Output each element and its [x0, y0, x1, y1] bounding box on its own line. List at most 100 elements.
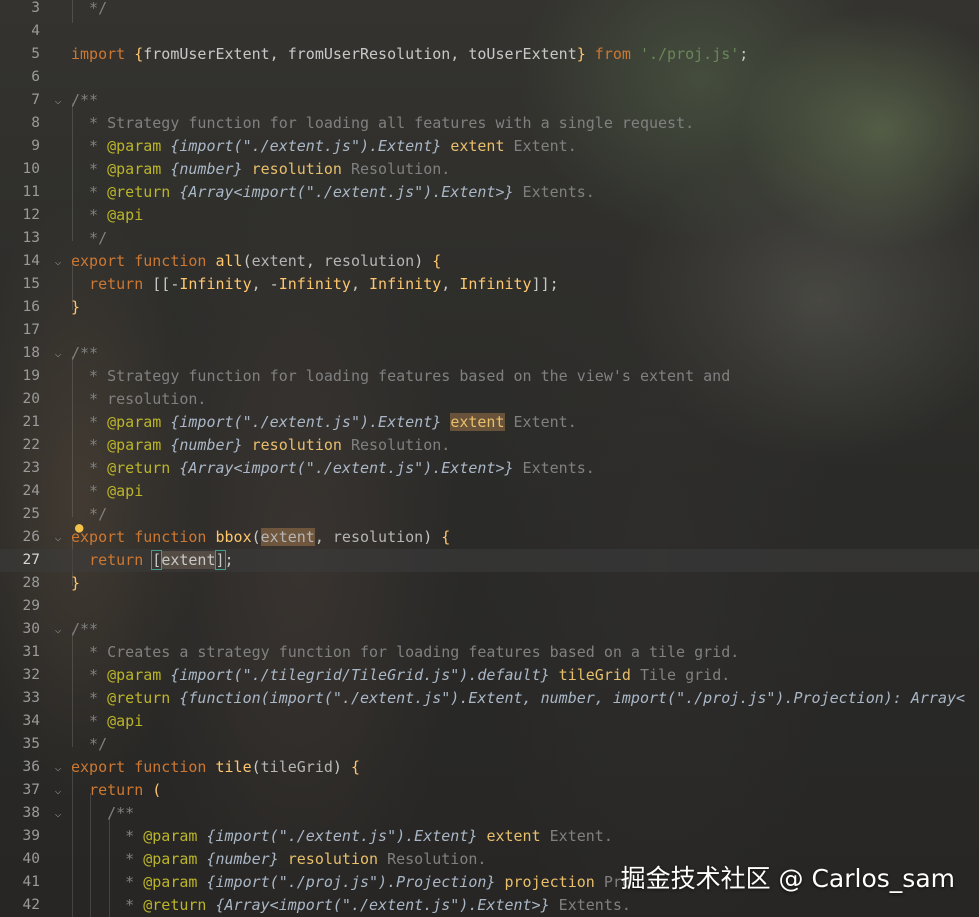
code-text: * @param {number} resolution Resolution. [71, 160, 451, 178]
line-number: 12 [22, 207, 40, 223]
line-number: 35 [22, 736, 40, 752]
code-line[interactable]: 37 ⌵ return ( [0, 779, 979, 802]
code-text: /** [71, 344, 99, 362]
code-text: * resolution. [71, 390, 207, 408]
line-number: 11 [22, 184, 40, 200]
line-number: 28 [22, 575, 40, 591]
code-line[interactable]: 12 * @api [0, 204, 979, 227]
code-line[interactable]: 24 * @api [0, 480, 979, 503]
code-line[interactable]: 36 ⌵ export function tile(tileGrid) { [0, 756, 979, 779]
fold-chevron-icon[interactable]: ⌵ [52, 250, 64, 273]
code-text: return [extent]; [89, 550, 234, 570]
code-line[interactable]: 20 * resolution. [0, 388, 979, 411]
line-number: 32 [22, 667, 40, 683]
code-line[interactable]: 14 ⌵ export function all(extent, resolutio… [0, 250, 979, 273]
code-line[interactable]: 25 */ [0, 503, 979, 526]
line-number: 41 [22, 874, 40, 890]
code-line[interactable]: 18 ⌵ /** [0, 342, 979, 365]
code-text: * @return {Array<import("./extent.js").E… [71, 459, 595, 477]
code-line[interactable]: 11 * @return {Array<import("./extent.js"… [0, 181, 979, 204]
code-line[interactable]: 16} [0, 296, 979, 319]
line-number: 19 [22, 368, 40, 384]
code-text: } [71, 574, 81, 592]
code-line[interactable]: 32 * @param {import("./tilegrid/TileGrid… [0, 664, 979, 687]
fold-chevron-icon[interactable]: ⌵ [52, 526, 64, 549]
code-line[interactable]: 42 * @return {Array<import("./extent.js"… [0, 894, 979, 917]
fold-chevron-icon[interactable]: ⌵ [52, 779, 64, 802]
code-line[interactable]: 10 * @param {number} resolution Resoluti… [0, 158, 979, 181]
fold-chevron-icon[interactable]: ⌵ [52, 756, 64, 779]
code-text: * @return {Array<import("./extent.js").E… [71, 896, 631, 914]
code-line[interactable]: 22 * @param {number} resolution Resoluti… [0, 434, 979, 457]
code-text: } [71, 298, 81, 316]
code-editor[interactable]: 3 */ 4 5 import {fromUserExtent, fromUserRe… [0, 0, 979, 917]
line-number: 24 [22, 483, 40, 499]
code-text: * @param {number} resolution Resolution. [71, 436, 451, 454]
line-number: 30 [22, 621, 40, 637]
code-text: * @api [71, 206, 144, 224]
line-number: 17 [22, 322, 40, 338]
line-number: 10 [22, 161, 40, 177]
code-text: */ [71, 229, 108, 247]
code-line[interactable]: 13 */ [0, 227, 979, 250]
code-text: /** [71, 804, 135, 822]
code-line[interactable]: 23 * @return {Array<import("./extent.js"… [0, 457, 979, 480]
code-line[interactable]: 27 return [extent]; [0, 549, 979, 572]
code-text: * Strategy function for loading features… [71, 367, 731, 385]
line-number: 15 [22, 276, 40, 292]
line-number: 26 [22, 529, 40, 545]
code-line[interactable]: 38 ⌵ /** [0, 802, 979, 825]
code-line[interactable]: 3 */ [0, 0, 979, 20]
code-line[interactable]: 26 ⌵ export function bbox(extent, resoluti… [0, 526, 979, 549]
code-line[interactable]: 30 ⌵ /** [0, 618, 979, 641]
line-number: 7 [31, 92, 40, 108]
code-text: /** [71, 620, 99, 638]
line-number: 31 [22, 644, 40, 660]
line-number: 13 [22, 230, 40, 246]
code-line[interactable]: 8 * Strategy function for loading all fe… [0, 112, 979, 135]
code-line[interactable]: 7 ⌵ /** [0, 89, 979, 112]
code-line[interactable]: 21 * @param {import("./extent.js").Exten… [0, 411, 979, 434]
code-line[interactable]: 5 import {fromUserExtent, fromUserResolut… [0, 43, 979, 66]
line-number: 9 [31, 138, 40, 154]
code-line[interactable]: 29 [0, 595, 979, 618]
fold-chevron-icon[interactable]: ⌵ [52, 802, 64, 825]
code-text: */ [71, 735, 108, 753]
code-text: return [[-Infinity, -Infinity, Infinity,… [89, 275, 559, 293]
code-line[interactable]: 19 * Strategy function for loading featu… [0, 365, 979, 388]
code-line[interactable]: 15 return [[-Infinity, -Infinity, Infini… [0, 273, 979, 296]
line-number: 21 [22, 414, 40, 430]
code-line[interactable]: 9 * @param {import("./extent.js").Extent… [0, 135, 979, 158]
line-number: 5 [31, 46, 40, 62]
line-number: 14 [22, 253, 40, 269]
code-text: export function bbox(extent, resolution)… [71, 528, 451, 546]
line-number: 27 [22, 552, 40, 568]
lightbulb-icon[interactable]: ● [75, 521, 88, 536]
code-line[interactable]: 6 [0, 66, 979, 89]
code-text: export function tile(tileGrid) { [71, 758, 360, 776]
line-number: 20 [22, 391, 40, 407]
code-line[interactable]: 34 * @api [0, 710, 979, 733]
code-line[interactable]: 31 * Creates a strategy function for loa… [0, 641, 979, 664]
code-text: * Strategy function for loading all feat… [71, 114, 695, 132]
code-text: export function all(extent, resolution) … [71, 252, 442, 270]
code-text: * @param {import("./extent.js").Extent} … [71, 827, 613, 845]
code-line[interactable]: 28} [0, 572, 979, 595]
line-number: 16 [22, 299, 40, 315]
code-text: * Creates a strategy function for loadin… [71, 643, 740, 661]
code-line[interactable]: 33 * @return {function(import("./extent.… [0, 687, 979, 710]
code-line[interactable]: 17 [0, 319, 979, 342]
line-number: 8 [31, 115, 40, 131]
code-text: import {fromUserExtent, fromUserResoluti… [71, 45, 749, 63]
fold-chevron-icon[interactable]: ⌵ [52, 618, 64, 641]
line-number: 22 [22, 437, 40, 453]
code-line[interactable]: 39 * @param {import("./extent.js").Exten… [0, 825, 979, 848]
line-number: 38 [22, 805, 40, 821]
code-line[interactable]: 35 */ [0, 733, 979, 756]
code-text: * @param {import("./tilegrid/TileGrid.js… [71, 666, 731, 684]
line-number: 6 [31, 69, 40, 85]
fold-chevron-icon[interactable]: ⌵ [52, 342, 64, 365]
fold-chevron-icon[interactable]: ⌵ [52, 89, 64, 112]
code-line[interactable]: 4 [0, 20, 979, 43]
code-text: * @return {Array<import("./extent.js").E… [71, 183, 595, 201]
